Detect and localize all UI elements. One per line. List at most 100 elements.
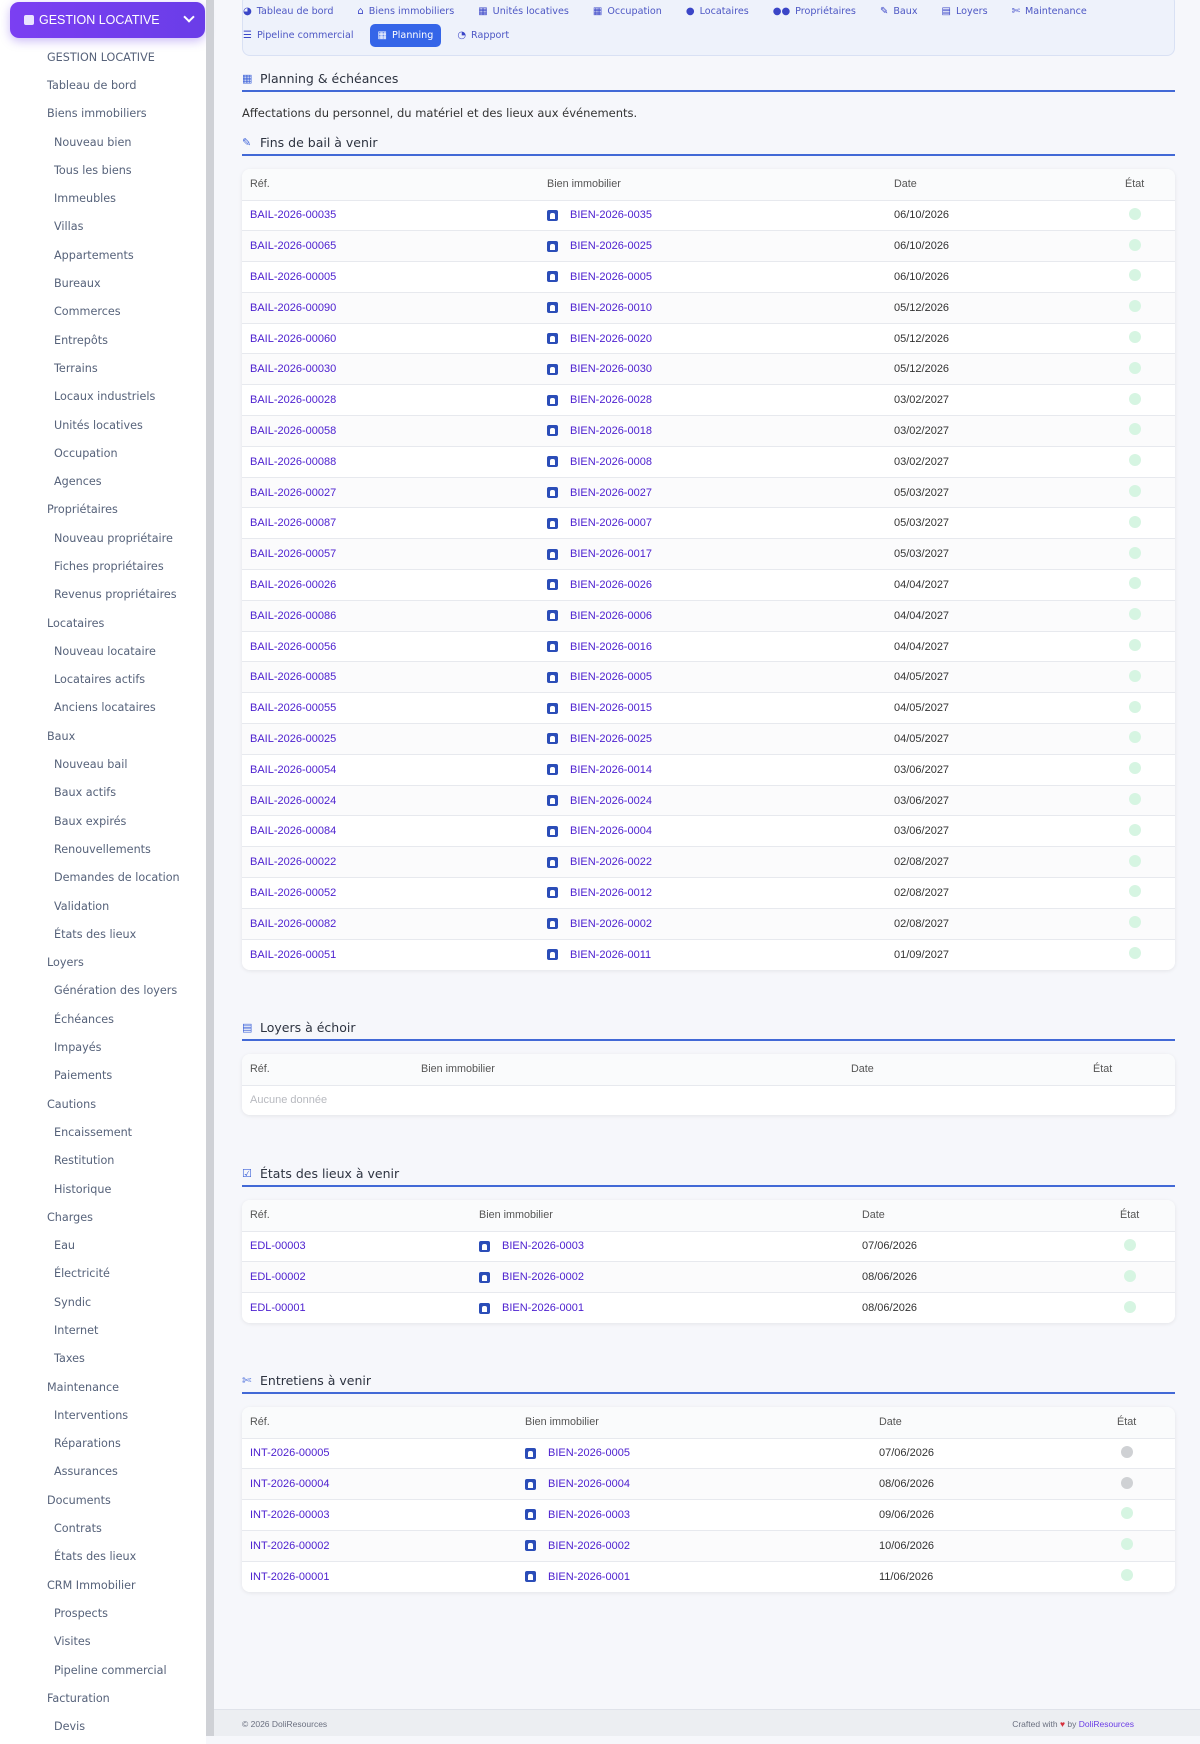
ref-link[interactable]: BAIL-2026-00060 bbox=[250, 333, 336, 345]
tab-rapport[interactable]: ◔ Rapport bbox=[449, 24, 517, 47]
ref-link[interactable]: BAIL-2026-00058 bbox=[250, 425, 336, 437]
sidebar-item[interactable]: Visites bbox=[0, 1628, 206, 1656]
bien-link[interactable]: BIEN-2026-0022 bbox=[570, 856, 652, 868]
ref-link[interactable]: BAIL-2026-00055 bbox=[250, 702, 336, 714]
sidebar-item[interactable]: Occupation bbox=[0, 439, 206, 467]
ref-link[interactable]: BAIL-2026-00087 bbox=[250, 517, 336, 529]
sidebar-item[interactable]: Locataires actifs bbox=[0, 666, 206, 694]
ref-link[interactable]: EDL-00003 bbox=[250, 1240, 306, 1252]
tab-tableau-de-bord[interactable]: ◕ Tableau de bord bbox=[235, 0, 341, 23]
ref-link[interactable]: BAIL-2026-00088 bbox=[250, 456, 336, 468]
bien-link[interactable]: BIEN-2026-0010 bbox=[570, 302, 652, 314]
ref-link[interactable]: BAIL-2026-00026 bbox=[250, 579, 336, 591]
ref-link[interactable]: BAIL-2026-00035 bbox=[250, 209, 336, 221]
bien-link[interactable]: BIEN-2026-0003 bbox=[548, 1509, 630, 1521]
sidebar-item[interactable]: Assurances bbox=[0, 1458, 206, 1486]
sidebar-item[interactable]: États des lieux bbox=[0, 1543, 206, 1571]
sidebar-item[interactable]: Baux bbox=[0, 722, 206, 750]
sidebar-item[interactable]: Restitution bbox=[0, 1147, 206, 1175]
ref-link[interactable]: BAIL-2026-00054 bbox=[250, 764, 336, 776]
tab-baux[interactable]: ✎ Baux bbox=[872, 0, 926, 23]
tab-unités-locatives[interactable]: ▦ Unités locatives bbox=[470, 0, 577, 23]
sidebar-item[interactable]: Impayés bbox=[0, 1033, 206, 1061]
sidebar-item[interactable]: Bureaux bbox=[0, 269, 206, 297]
bien-link[interactable]: BIEN-2026-0015 bbox=[570, 702, 652, 714]
sidebar-item[interactable]: Électricité bbox=[0, 1260, 206, 1288]
bien-link[interactable]: BIEN-2026-0001 bbox=[502, 1302, 584, 1314]
sidebar-item[interactable]: Facturation bbox=[0, 1684, 206, 1712]
sidebar-item[interactable]: Revenus propriétaires bbox=[0, 581, 206, 609]
footer-brand-link[interactable]: DoliResources bbox=[1079, 1719, 1134, 1729]
sidebar-item[interactable]: Encaissement bbox=[0, 1118, 206, 1146]
tab-maintenance[interactable]: ✄ Maintenance bbox=[1004, 0, 1095, 23]
sidebar-item[interactable]: Entrepôts bbox=[0, 326, 206, 354]
sidebar-item[interactable]: Syndic bbox=[0, 1288, 206, 1316]
ref-link[interactable]: INT-2026-00004 bbox=[250, 1478, 330, 1490]
ref-link[interactable]: BAIL-2026-00056 bbox=[250, 641, 336, 653]
module-switcher[interactable]: GESTION LOCATIVE bbox=[10, 2, 205, 38]
sidebar-item[interactable]: Locaux industriels bbox=[0, 383, 206, 411]
sidebar-item[interactable]: Baux expirés bbox=[0, 807, 206, 835]
tab-locataires[interactable]: ● Locataires bbox=[678, 0, 757, 23]
ref-link[interactable]: BAIL-2026-00085 bbox=[250, 671, 336, 683]
ref-link[interactable]: INT-2026-00003 bbox=[250, 1509, 330, 1521]
sidebar-item[interactable]: GESTION LOCATIVE bbox=[0, 43, 206, 71]
sidebar-item[interactable]: Baux actifs bbox=[0, 779, 206, 807]
sidebar-item[interactable]: Internet bbox=[0, 1316, 206, 1344]
ref-link[interactable]: BAIL-2026-00027 bbox=[250, 487, 336, 499]
tab-occupation[interactable]: ▦ Occupation bbox=[585, 0, 670, 23]
bien-link[interactable]: BIEN-2026-0005 bbox=[570, 271, 652, 283]
ref-link[interactable]: INT-2026-00002 bbox=[250, 1540, 330, 1552]
ref-link[interactable]: BAIL-2026-00090 bbox=[250, 302, 336, 314]
bien-link[interactable]: BIEN-2026-0014 bbox=[570, 764, 652, 776]
sidebar-scrollbar[interactable] bbox=[206, 0, 214, 1736]
sidebar-item[interactable]: Nouveau propriétaire bbox=[0, 524, 206, 552]
ref-link[interactable]: BAIL-2026-00024 bbox=[250, 795, 336, 807]
bien-link[interactable]: BIEN-2026-0002 bbox=[548, 1540, 630, 1552]
sidebar-item[interactable]: Échéances bbox=[0, 1005, 206, 1033]
bien-link[interactable]: BIEN-2026-0028 bbox=[570, 394, 652, 406]
sidebar-item[interactable]: Tous les biens bbox=[0, 156, 206, 184]
bien-link[interactable]: BIEN-2026-0024 bbox=[570, 795, 652, 807]
bien-link[interactable]: BIEN-2026-0016 bbox=[570, 641, 652, 653]
ref-link[interactable]: BAIL-2026-00065 bbox=[250, 240, 336, 252]
sidebar-item[interactable]: Cautions bbox=[0, 1090, 206, 1118]
bien-link[interactable]: BIEN-2026-0025 bbox=[570, 733, 652, 745]
sidebar-item[interactable]: Nouveau bien bbox=[0, 128, 206, 156]
sidebar-item[interactable]: Commerces bbox=[0, 298, 206, 326]
bien-link[interactable]: BIEN-2026-0035 bbox=[570, 209, 652, 221]
bien-link[interactable]: BIEN-2026-0018 bbox=[570, 425, 652, 437]
ref-link[interactable]: BAIL-2026-00082 bbox=[250, 918, 336, 930]
ref-link[interactable]: BAIL-2026-00028 bbox=[250, 394, 336, 406]
ref-link[interactable]: BAIL-2026-00086 bbox=[250, 610, 336, 622]
sidebar-item[interactable]: Devis bbox=[0, 1713, 206, 1741]
bien-link[interactable]: BIEN-2026-0025 bbox=[570, 240, 652, 252]
sidebar-item[interactable]: Agences bbox=[0, 467, 206, 495]
sidebar-item[interactable]: Taxes bbox=[0, 1345, 206, 1373]
sidebar-item[interactable]: États des lieux bbox=[0, 920, 206, 948]
ref-link[interactable]: EDL-00002 bbox=[250, 1271, 306, 1283]
ref-link[interactable]: BAIL-2026-00057 bbox=[250, 548, 336, 560]
bien-link[interactable]: BIEN-2026-0005 bbox=[570, 671, 652, 683]
sidebar-item[interactable]: Demandes de location bbox=[0, 864, 206, 892]
sidebar-item[interactable]: Nouveau locataire bbox=[0, 637, 206, 665]
ref-link[interactable]: INT-2026-00001 bbox=[250, 1571, 330, 1583]
sidebar-item[interactable]: Loyers bbox=[0, 949, 206, 977]
ref-link[interactable]: BAIL-2026-00052 bbox=[250, 887, 336, 899]
bien-link[interactable]: BIEN-2026-0026 bbox=[570, 579, 652, 591]
tab-loyers[interactable]: ▤ Loyers bbox=[934, 0, 996, 23]
sidebar-item[interactable]: Anciens locataires bbox=[0, 694, 206, 722]
tab-pipeline-commercial[interactable]: ☰ Pipeline commercial bbox=[235, 24, 362, 47]
bien-link[interactable]: BIEN-2026-0004 bbox=[570, 825, 652, 837]
ref-link[interactable]: EDL-00001 bbox=[250, 1302, 306, 1314]
sidebar-item[interactable]: Fiches propriétaires bbox=[0, 552, 206, 580]
sidebar-item[interactable]: Appartements bbox=[0, 241, 206, 269]
sidebar-item[interactable]: Terrains bbox=[0, 354, 206, 382]
sidebar-item[interactable]: Réparations bbox=[0, 1430, 206, 1458]
bien-link[interactable]: BIEN-2026-0007 bbox=[570, 517, 652, 529]
bien-link[interactable]: BIEN-2026-0027 bbox=[570, 487, 652, 499]
sidebar-item[interactable]: Historique bbox=[0, 1175, 206, 1203]
ref-link[interactable]: BAIL-2026-00051 bbox=[250, 949, 336, 961]
sidebar-item[interactable]: Renouvellements bbox=[0, 835, 206, 863]
tab-biens-immobiliers[interactable]: ⌂ Biens immobiliers bbox=[349, 0, 462, 23]
